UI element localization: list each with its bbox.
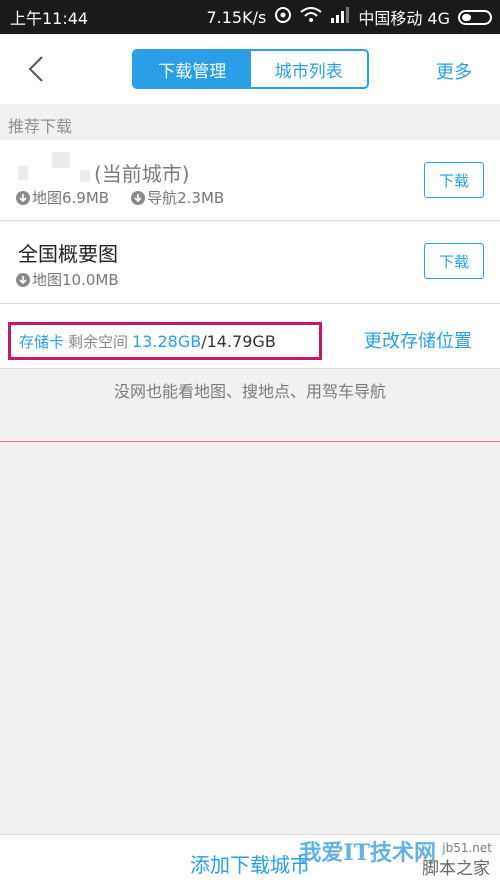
carrier-label: 中国移动 4G — [358, 9, 450, 28]
watermark: 我爱IT技术网 jb51.net 脚本之家 — [296, 825, 496, 885]
status-time: 上午11:44 — [10, 9, 89, 28]
signal-icon — [330, 7, 350, 27]
storage-card-label: 存储卡 — [19, 332, 65, 351]
change-storage-location-link[interactable]: 更改存储位置 — [364, 327, 472, 353]
list-item-national-overview: 全国概要图 地图10.0MB 下载 — [0, 221, 500, 304]
recommended-section-header: 推荐下载 — [8, 117, 73, 136]
city-name-blurred — [18, 152, 90, 182]
size-info: 地图6.9MB 导航2.3MB — [16, 187, 224, 208]
download-button[interactable]: 下载 — [424, 243, 484, 279]
nav-size-label: 导航2.3MB — [147, 189, 225, 207]
city-title: 全国概要图 — [18, 242, 118, 266]
network-speed: 7.15K/s — [206, 7, 267, 27]
status-right: 7.15K/s 中国移动 4G — [206, 5, 492, 29]
total-space-value: 14.79GB — [206, 331, 276, 351]
map-size: 地图10.0MB — [16, 269, 119, 290]
divider-line — [0, 441, 500, 442]
download-icon — [16, 190, 30, 205]
more-button[interactable]: 更多 — [436, 58, 472, 84]
battery-icon — [458, 9, 492, 25]
offline-tip: 没网也能看地图、搜地点、用驾车导航 — [113, 382, 386, 401]
watermark-text-main: 我爱IT技术网 — [299, 840, 436, 866]
free-space-value: 13.28GB — [132, 331, 202, 351]
watermark-url: jb51.net — [442, 841, 492, 855]
list-item-current-city: (当前城市) 地图6.9MB 导航2.3MB 下载 — [0, 140, 500, 221]
watermark-site-name: 脚本之家 — [422, 859, 490, 879]
wifi-icon — [300, 7, 322, 27]
map-size-label: 地图6.9MB — [32, 189, 110, 207]
back-button[interactable] — [22, 54, 50, 84]
tab-download-manager[interactable]: 下载管理 — [134, 51, 251, 87]
download-button[interactable]: 下载 — [424, 162, 484, 198]
download-icon — [16, 272, 30, 287]
storage-info-highlight: 存储卡 剩余空间 13.28GB / 14.79GB — [8, 322, 322, 360]
download-icon — [131, 190, 146, 205]
alarm-icon — [274, 6, 292, 28]
chevron-left-icon — [28, 56, 43, 82]
city-title: (当前城市) — [94, 162, 190, 186]
nav-size: 导航2.3MB — [131, 187, 224, 208]
map-size-label: 地图10.0MB — [32, 271, 119, 289]
size-info: 地图10.0MB — [16, 269, 119, 290]
top-nav-bar: 下载管理 城市列表 更多 — [0, 34, 500, 104]
status-bar: 上午11:44 7.15K/s 中国移动 4G — [0, 0, 500, 34]
tab-city-list[interactable]: 城市列表 — [251, 51, 368, 87]
tab-switcher: 下载管理 城市列表 — [132, 49, 369, 89]
map-size: 地图6.9MB — [16, 187, 109, 208]
free-space-label: 剩余空间 — [68, 332, 129, 351]
storage-row: 存储卡 剩余空间 13.28GB / 14.79GB 更改存储位置 — [0, 304, 500, 369]
